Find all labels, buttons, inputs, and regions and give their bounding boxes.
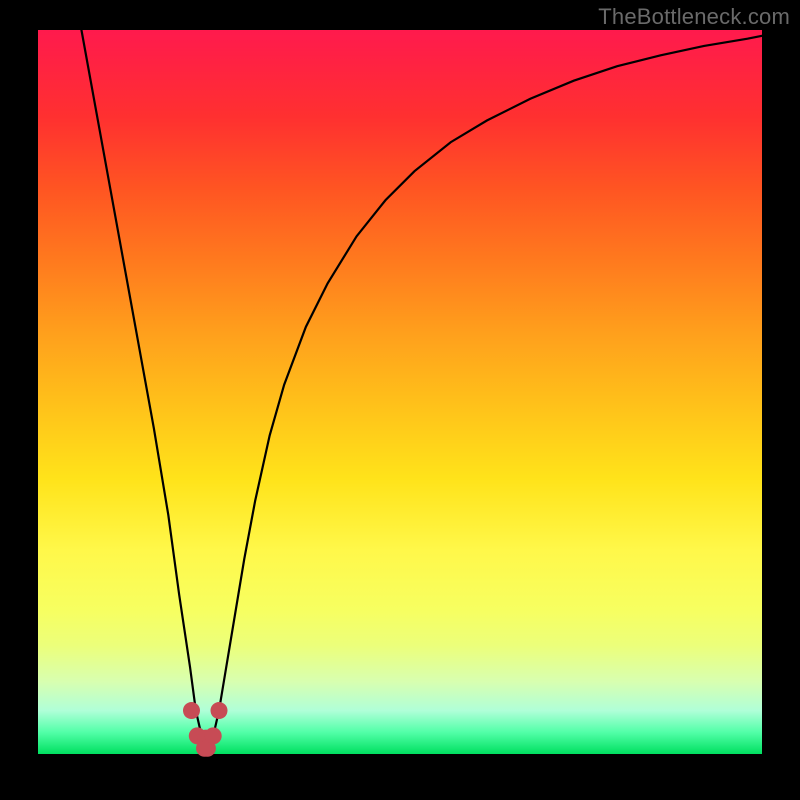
chart-frame: TheBottleneck.com	[0, 0, 800, 800]
bottleneck-curve	[81, 30, 762, 745]
valley-marker	[183, 702, 228, 757]
watermark-label: TheBottleneck.com	[598, 4, 790, 30]
plot-layer	[81, 30, 762, 757]
valley-marker-dot	[183, 702, 200, 719]
chart-svg	[0, 0, 800, 800]
valley-marker-dot	[211, 702, 228, 719]
valley-marker-dot	[205, 727, 222, 744]
